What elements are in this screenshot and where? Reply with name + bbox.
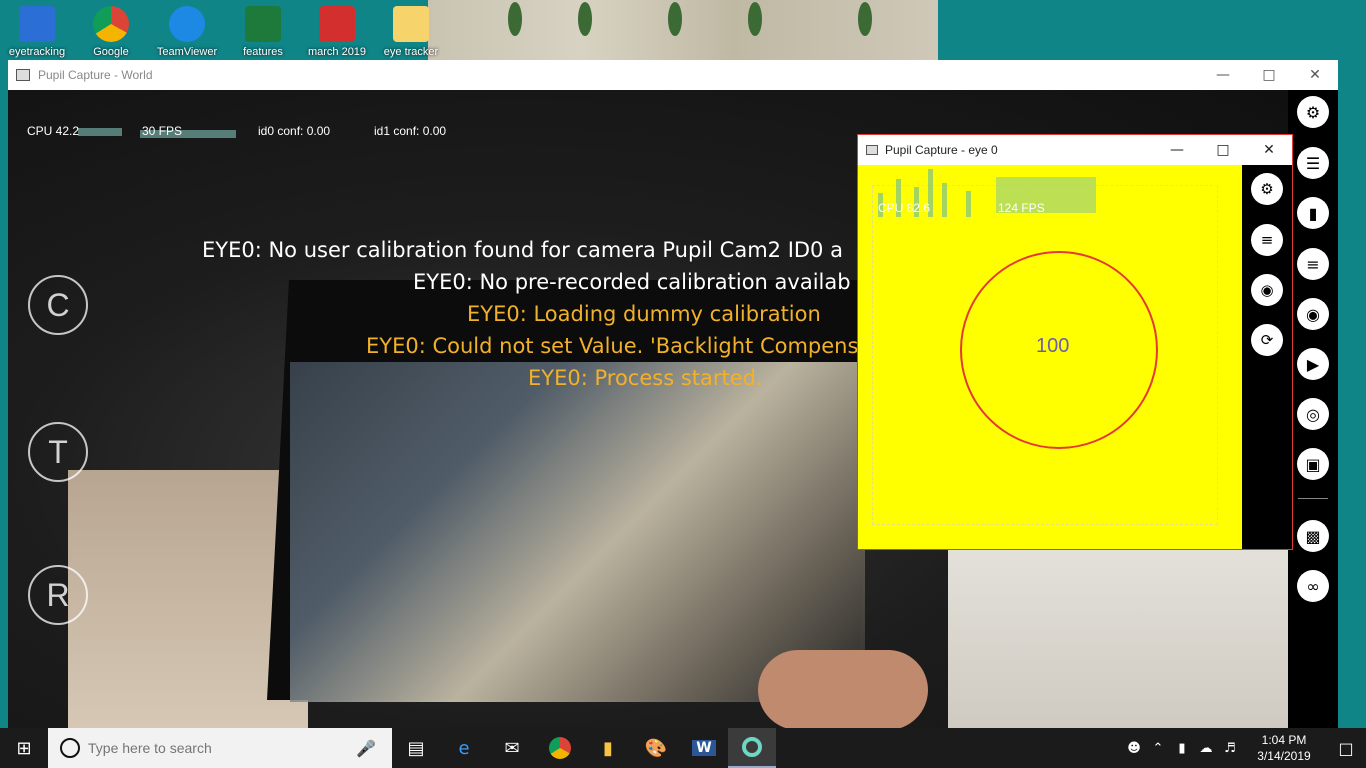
log-line: EYE0: Process started. bbox=[528, 366, 763, 390]
teamviewer-icon bbox=[169, 6, 205, 42]
calibrate-button[interactable]: C bbox=[28, 275, 88, 335]
3d-icon[interactable]: ⟳ bbox=[1251, 324, 1283, 356]
close-button[interactable]: ✕ bbox=[1292, 60, 1338, 90]
desktop-icon-march-2019[interactable]: march 2019 bbox=[302, 6, 372, 58]
eye-titlebar[interactable]: Pupil Capture - eye 0 — □ ✕ bbox=[858, 135, 1292, 165]
focus-icon[interactable]: ▣ bbox=[1297, 448, 1329, 480]
chrome-icon[interactable] bbox=[536, 728, 584, 768]
start-button[interactable]: ⊞ bbox=[0, 728, 48, 768]
bar-chart-icon[interactable]: ▮ bbox=[1297, 197, 1329, 229]
taskbar: ⊞ 🎤 ▤ e ✉ ▮ 🎨 W ☻ ⌃ ▮ ☁ ♬ 1:04 PM 3/14/2… bbox=[0, 728, 1366, 768]
battery-icon[interactable]: ▮ bbox=[1170, 741, 1194, 756]
file-explorer-icon[interactable]: ▮ bbox=[584, 728, 632, 768]
cpu-graph bbox=[78, 128, 122, 136]
desktop-icon-label: eye tracker bbox=[383, 46, 439, 58]
record-button[interactable]: R bbox=[28, 565, 88, 625]
desktop-icon-label: TeamViewer bbox=[156, 46, 218, 58]
search-input[interactable] bbox=[88, 740, 358, 756]
system-tray: ☻ ⌃ ▮ ☁ ♬ 1:04 PM 3/14/2019 □ bbox=[1122, 728, 1366, 768]
desktop-icon-features[interactable]: features bbox=[228, 6, 298, 58]
desktop-icon-label: eyetracking bbox=[8, 46, 66, 58]
log-line: EYE0: Could not set Value. 'Backlight Co… bbox=[366, 334, 859, 358]
cpu-readout: CPU 42.2 bbox=[27, 124, 80, 138]
video-icon[interactable]: ▶ bbox=[1297, 348, 1329, 380]
close-button[interactable]: ✕ bbox=[1246, 135, 1292, 165]
desktop-icon-google[interactable]: Google bbox=[76, 6, 146, 58]
scene-laptop-screen bbox=[290, 362, 865, 702]
maximize-button[interactable]: □ bbox=[1200, 135, 1246, 165]
wallpaper-plant bbox=[858, 2, 872, 36]
pupil-confidence-value: 100 bbox=[1036, 335, 1070, 357]
task-view-button[interactable]: ▤ bbox=[392, 728, 440, 768]
people-icon[interactable]: ☻ bbox=[1122, 741, 1146, 756]
cpu-graph bbox=[966, 191, 971, 217]
fps-readout: 124 FPS bbox=[998, 201, 1045, 215]
fps-readout: 30 FPS bbox=[142, 124, 183, 138]
id0-confidence: id0 conf: 0.00 bbox=[258, 124, 331, 138]
taskbar-search[interactable]: 🎤 bbox=[48, 728, 392, 768]
eye-camera-view[interactable]: CPU 82.6 124 FPS 100 bbox=[858, 165, 1242, 549]
word-icon[interactable]: W bbox=[680, 728, 728, 768]
desktop-wallpaper bbox=[428, 0, 938, 60]
onedrive-icon[interactable]: ☁ bbox=[1194, 741, 1218, 756]
wallpaper-plant bbox=[748, 2, 762, 36]
wallpaper-plant bbox=[508, 2, 522, 36]
desktop-icon-label: Google bbox=[93, 46, 129, 58]
test-button[interactable]: T bbox=[28, 422, 88, 482]
log-line: EYE0: Loading dummy calibration bbox=[467, 302, 821, 326]
list-icon[interactable]: ≡ bbox=[1251, 224, 1283, 256]
world-window-title: Pupil Capture - World bbox=[38, 68, 153, 82]
list-icon[interactable]: ≡ bbox=[1297, 248, 1329, 280]
gear-icon[interactable]: ⚙ bbox=[1251, 173, 1283, 205]
desktop-icon-eye-tracker[interactable]: eye tracker bbox=[376, 6, 446, 58]
sliders-icon[interactable]: ☰ bbox=[1297, 147, 1329, 179]
paint-icon[interactable]: 🎨 bbox=[632, 728, 680, 768]
pupil-capture-taskbar-icon[interactable] bbox=[728, 728, 776, 768]
log-line: EYE0: No user calibration found for came… bbox=[202, 238, 843, 262]
excel-icon bbox=[245, 6, 281, 42]
window-app-icon bbox=[866, 145, 878, 155]
link-icon[interactable]: ∞ bbox=[1297, 570, 1329, 602]
scene-hand bbox=[758, 650, 928, 728]
chevron-up-icon[interactable]: ⌃ bbox=[1146, 741, 1170, 756]
folder-icon bbox=[393, 6, 429, 42]
notifications-icon[interactable]: □ bbox=[1326, 739, 1366, 758]
microphone-icon[interactable]: 🎤 bbox=[356, 739, 376, 758]
camera-icon[interactable]: ◉ bbox=[1251, 274, 1283, 306]
chrome-icon bbox=[93, 6, 129, 42]
desktop-icon-label: features bbox=[243, 46, 283, 58]
minimize-button[interactable]: — bbox=[1154, 135, 1200, 165]
wallpaper-plant bbox=[578, 2, 592, 36]
pdf-icon bbox=[319, 6, 355, 42]
volume-icon[interactable]: ♬ bbox=[1218, 741, 1242, 756]
world-menu-bar: ⚙ ☰ ▮ ≡ ◉ ▶ ◎ ▣ ▩ ∞ bbox=[1288, 90, 1338, 728]
world-titlebar[interactable]: Pupil Capture - World — □ ✕ bbox=[8, 60, 1338, 90]
edge-icon[interactable]: e bbox=[440, 728, 488, 768]
eye-window: Pupil Capture - eye 0 — □ ✕ CPU 82.6 124… bbox=[857, 134, 1293, 550]
cpu-readout: CPU 82.6 bbox=[878, 201, 931, 215]
clock-date: 3/14/2019 bbox=[1257, 749, 1311, 763]
mail-icon[interactable]: ✉ bbox=[488, 728, 536, 768]
cpu-graph bbox=[942, 183, 947, 217]
eye-window-title: Pupil Capture - eye 0 bbox=[885, 143, 998, 157]
menu-divider bbox=[1298, 498, 1328, 499]
target-icon[interactable]: ◎ bbox=[1297, 398, 1329, 430]
folder-icon bbox=[19, 6, 55, 42]
desktop-icon-label: march 2019 bbox=[307, 46, 367, 58]
maximize-button[interactable]: □ bbox=[1246, 60, 1292, 90]
clock-time: 1:04 PM bbox=[1261, 733, 1307, 747]
cast-icon[interactable]: ▩ bbox=[1297, 520, 1329, 552]
id1-confidence: id1 conf: 0.00 bbox=[374, 124, 447, 138]
gear-icon[interactable]: ⚙ bbox=[1297, 96, 1329, 128]
eye-menu-bar: ⚙ ≡ ◉ ⟳ bbox=[1242, 165, 1292, 549]
desktop-icon-teamviewer[interactable]: TeamViewer bbox=[152, 6, 222, 58]
clock[interactable]: 1:04 PM 3/14/2019 bbox=[1242, 732, 1326, 764]
window-app-icon bbox=[16, 69, 30, 81]
desktop-icon-eyetracking[interactable]: eyetracking bbox=[2, 6, 72, 58]
wallpaper-plant bbox=[668, 2, 682, 36]
minimize-button[interactable]: — bbox=[1200, 60, 1246, 90]
log-line: EYE0: No pre-recorded calibration availa… bbox=[413, 270, 851, 294]
search-icon bbox=[60, 738, 80, 758]
camera-icon[interactable]: ◉ bbox=[1297, 298, 1329, 330]
